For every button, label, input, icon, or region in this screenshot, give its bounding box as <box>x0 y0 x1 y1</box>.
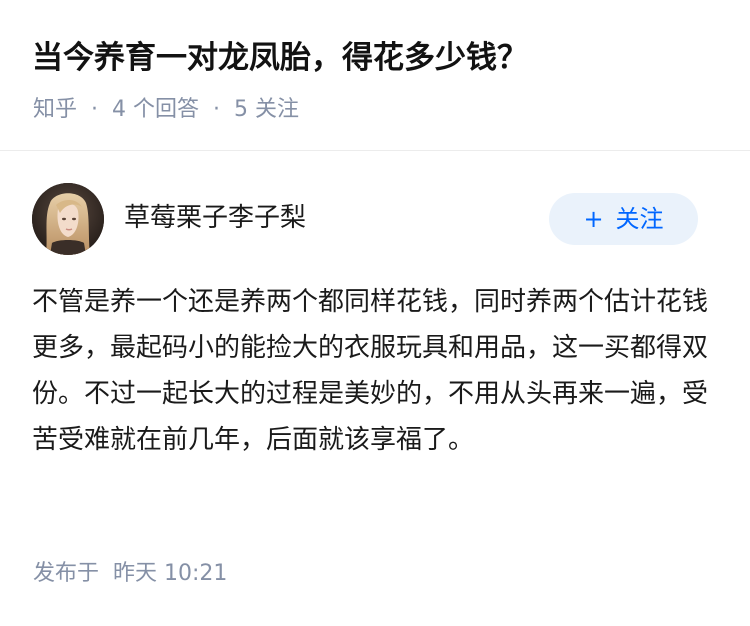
publish-info: 发布于 昨天 10:21 <box>33 556 227 592</box>
question-meta: 知乎 · 4 个回答 · 5 关注 <box>33 92 299 128</box>
answer-content[interactable]: 不管是养一个还是养两个都同样花钱，同时养两个估计花钱更多，最起码小的能捡大的衣服… <box>32 279 718 463</box>
user-avatar-photo-icon <box>32 183 104 255</box>
separator-dot: · <box>213 97 221 122</box>
publish-time: 昨天 10:21 <box>113 561 228 586</box>
question-header: 当今养育一对龙凤胎，得花多少钱？ 知乎 · 4 个回答 · 5 关注 <box>0 0 750 151</box>
answer-card: 草莓栗子李子梨 + 关注 不管是养一个还是养两个都同样花钱，同时养两个估计花钱更多… <box>0 151 750 626</box>
author-row: 草莓栗子李子梨 + 关注 <box>32 183 698 257</box>
question-title[interactable]: 当今养育一对龙凤胎，得花多少钱？ <box>32 34 528 82</box>
publish-label: 发布于 <box>33 561 100 586</box>
follow-button-label: 关注 <box>615 205 664 233</box>
separator-dot: · <box>91 97 99 122</box>
avatar[interactable] <box>32 183 104 255</box>
follower-count[interactable]: 5 关注 <box>234 97 299 122</box>
source-label[interactable]: 知乎 <box>33 97 77 122</box>
author-name[interactable]: 草莓栗子李子梨 <box>124 198 306 238</box>
follow-button[interactable]: + 关注 <box>549 193 698 245</box>
answer-count[interactable]: 4 个回答 <box>112 97 199 122</box>
plus-icon: + <box>583 205 604 233</box>
